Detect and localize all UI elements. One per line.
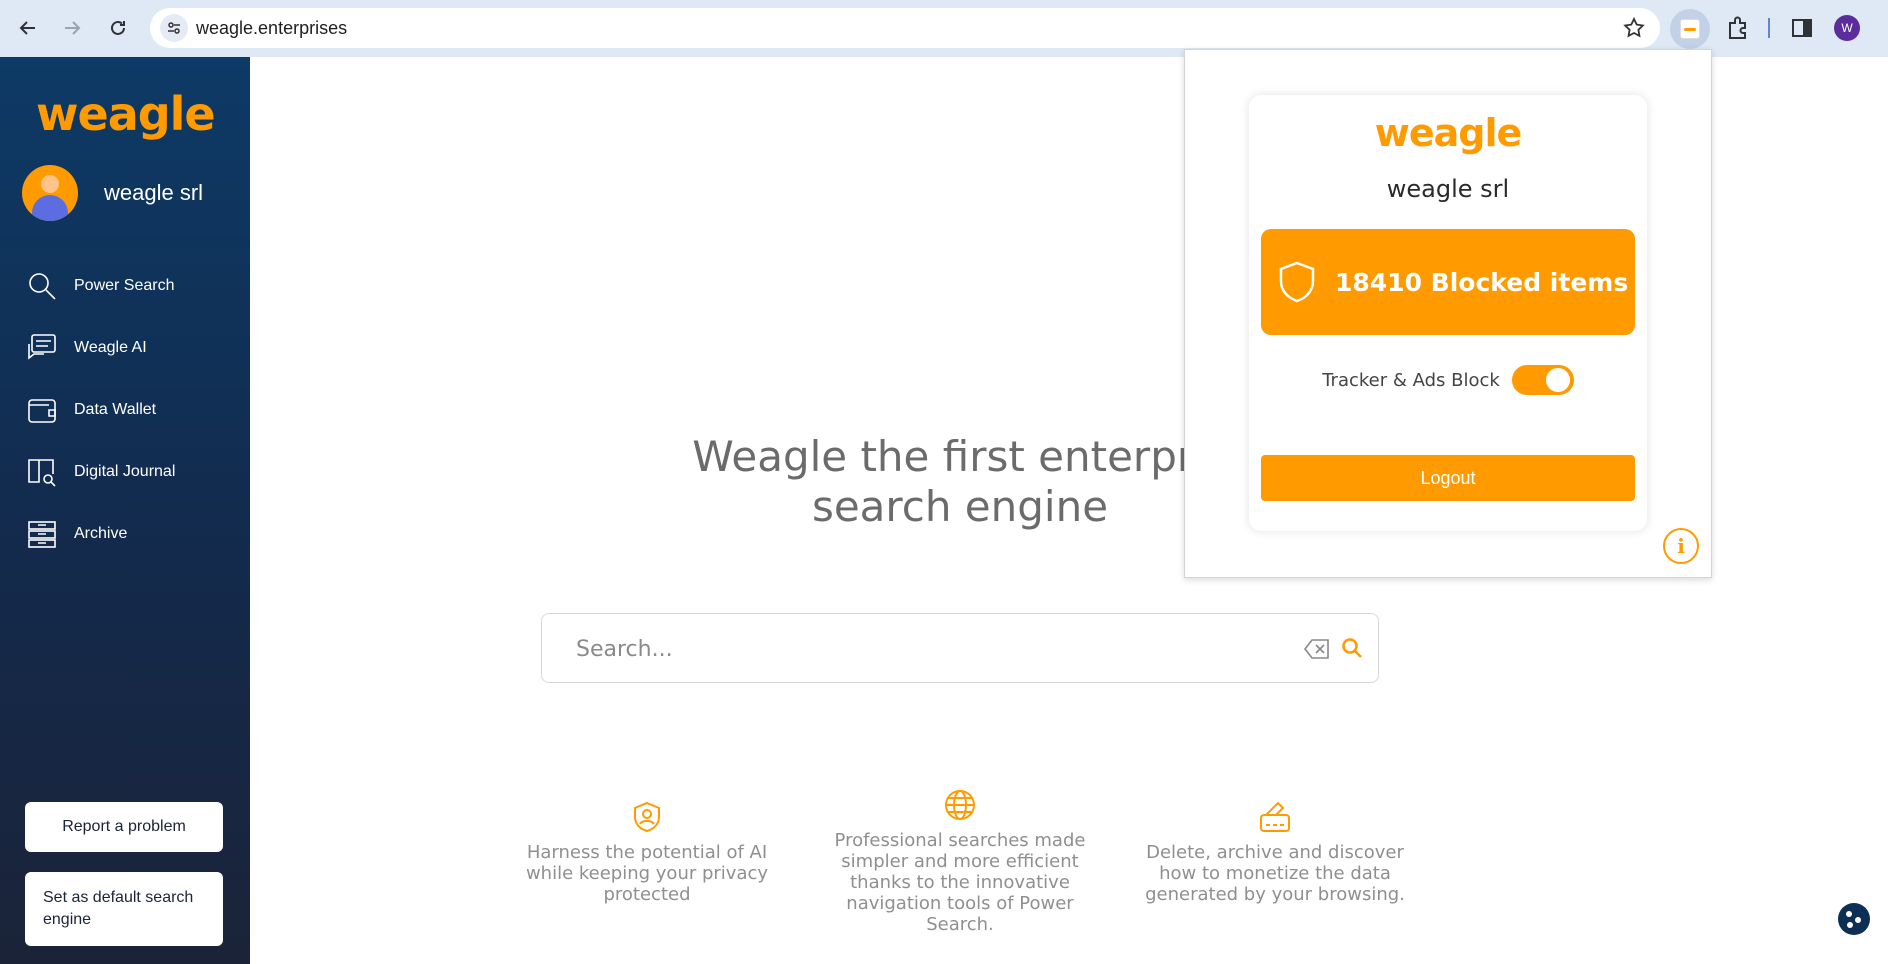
back-button[interactable] bbox=[12, 12, 44, 44]
extension-popup: weagle weagle srl 18410 Blocked items Tr… bbox=[1184, 49, 1712, 578]
report-problem-button[interactable]: Report a problem bbox=[25, 802, 223, 852]
sidebar-item-label: Digital Journal bbox=[74, 463, 176, 480]
user-profile[interactable]: weagle srl bbox=[22, 165, 203, 221]
sidebar-item-label: Archive bbox=[74, 525, 128, 542]
feature-privacy: Harness the potential of AI while keepin… bbox=[522, 800, 772, 905]
sidebar-item-label: Power Search bbox=[74, 277, 175, 294]
set-default-search-button[interactable]: Set as default search engine bbox=[25, 872, 223, 946]
sidebar-menu: Power Search Weagle AI Data Wallet Digit… bbox=[26, 255, 236, 565]
feature-text: Harness the potential of AI while keepin… bbox=[525, 842, 769, 905]
reload-button[interactable] bbox=[102, 12, 134, 44]
avatar bbox=[22, 165, 78, 221]
address-bar[interactable]: weagle.enterprises bbox=[150, 8, 1660, 48]
arrow-right-icon bbox=[65, 21, 81, 35]
sidebar-item-label: Weagle AI bbox=[74, 339, 147, 356]
blocked-items-count: 18410 Blocked items bbox=[1335, 267, 1629, 297]
archive-icon bbox=[28, 521, 56, 548]
toolbar-divider bbox=[1768, 18, 1770, 38]
url-text: weagle.enterprises bbox=[196, 18, 348, 38]
sidebar-item-archive[interactable]: Archive bbox=[26, 503, 236, 565]
blocked-items-banner: 18410 Blocked items bbox=[1261, 229, 1635, 335]
shield-user-icon bbox=[634, 801, 660, 833]
toggle-label: Tracker & Ads Block bbox=[1322, 369, 1500, 391]
profile-avatar[interactable]: W bbox=[1834, 15, 1860, 41]
bookmark-star-icon[interactable] bbox=[1622, 16, 1646, 40]
reload-icon bbox=[111, 20, 125, 35]
popup-card: weagle weagle srl 18410 Blocked items Tr… bbox=[1249, 95, 1647, 531]
popup-brand-logo: weagle bbox=[1374, 111, 1523, 155]
site-settings-icon[interactable] bbox=[160, 14, 188, 42]
shield-icon bbox=[1279, 261, 1315, 303]
journal-icon bbox=[28, 459, 56, 487]
tracker-ads-block-toggle[interactable] bbox=[1511, 365, 1574, 395]
forward-button[interactable] bbox=[56, 12, 88, 44]
weagle-extension-icon bbox=[1680, 19, 1700, 39]
globe-icon bbox=[945, 790, 975, 820]
feature-data: Delete, archive and discover how to mone… bbox=[1140, 800, 1410, 905]
logout-button[interactable]: Logout bbox=[1261, 455, 1635, 501]
sidebar-item-data-wallet[interactable]: Data Wallet bbox=[26, 379, 236, 441]
sidebar: weagle weagle srl Power Search Weagle AI… bbox=[0, 57, 250, 964]
feature-text: Delete, archive and discover how to mone… bbox=[1145, 842, 1405, 905]
sidebar-item-weagle-ai[interactable]: Weagle AI bbox=[26, 317, 236, 379]
tracker-block-row: Tracker & Ads Block bbox=[1249, 365, 1647, 395]
search-submit-icon[interactable] bbox=[1340, 636, 1364, 660]
clear-input-icon[interactable] bbox=[1304, 638, 1330, 660]
sidebar-item-power-search[interactable]: Power Search bbox=[26, 255, 236, 317]
cookie-settings-button[interactable] bbox=[1838, 903, 1870, 935]
arrow-left-icon bbox=[19, 21, 35, 35]
brand-logo[interactable]: weagle bbox=[36, 87, 216, 141]
user-name: weagle srl bbox=[104, 180, 204, 205]
extensions-puzzle-icon[interactable] bbox=[1724, 14, 1752, 42]
weagle-extension-button[interactable] bbox=[1670, 9, 1710, 49]
feature-power-search: Professional searches made simpler and m… bbox=[830, 788, 1090, 935]
card-edit-icon bbox=[1260, 801, 1290, 832]
search-icon bbox=[29, 273, 56, 300]
popup-user-name: weagle srl bbox=[1386, 175, 1510, 203]
search-box bbox=[541, 613, 1379, 683]
sidebar-item-label: Data Wallet bbox=[74, 401, 157, 418]
sidebar-item-digital-journal[interactable]: Digital Journal bbox=[26, 441, 236, 503]
chat-icon bbox=[28, 334, 56, 360]
wallet-icon bbox=[28, 399, 56, 423]
info-icon[interactable]: i bbox=[1663, 528, 1699, 564]
side-panel-icon[interactable] bbox=[1788, 14, 1816, 42]
feature-text: Professional searches made simpler and m… bbox=[834, 830, 1086, 935]
search-input[interactable] bbox=[576, 632, 1216, 666]
